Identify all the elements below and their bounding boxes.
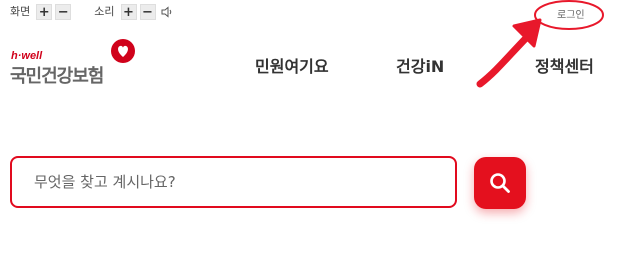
search-button[interactable] — [474, 157, 526, 209]
sound-label: 소리 — [94, 5, 115, 18]
volume-down-button[interactable]: − — [139, 4, 156, 20]
volume-up-button[interactable]: + — [120, 4, 137, 20]
accessibility-bar: 화면 + − 소리 + − — [10, 3, 175, 21]
speaker-icon[interactable] — [159, 4, 175, 20]
nhis-logo[interactable]: h·well 국민건강보험 — [9, 38, 139, 87]
nav-health-in[interactable]: 건강iN — [396, 53, 444, 77]
nav-policy-center[interactable]: 정책센터 — [535, 53, 594, 77]
search-box — [10, 156, 457, 208]
screen-zoom-in-button[interactable]: + — [36, 4, 53, 20]
heart-icon — [111, 39, 135, 63]
nav-civil-service[interactable]: 민원여기요 — [255, 53, 329, 77]
screen-zoom-out-button[interactable]: − — [55, 4, 72, 20]
search-icon — [490, 173, 510, 193]
logo-tagline: h·well — [11, 50, 43, 62]
search-input[interactable] — [34, 173, 433, 191]
logo-text: 국민건강보험 — [10, 66, 104, 87]
screen-size-label: 화면 — [10, 5, 31, 18]
annotation-circle — [534, 0, 604, 30]
